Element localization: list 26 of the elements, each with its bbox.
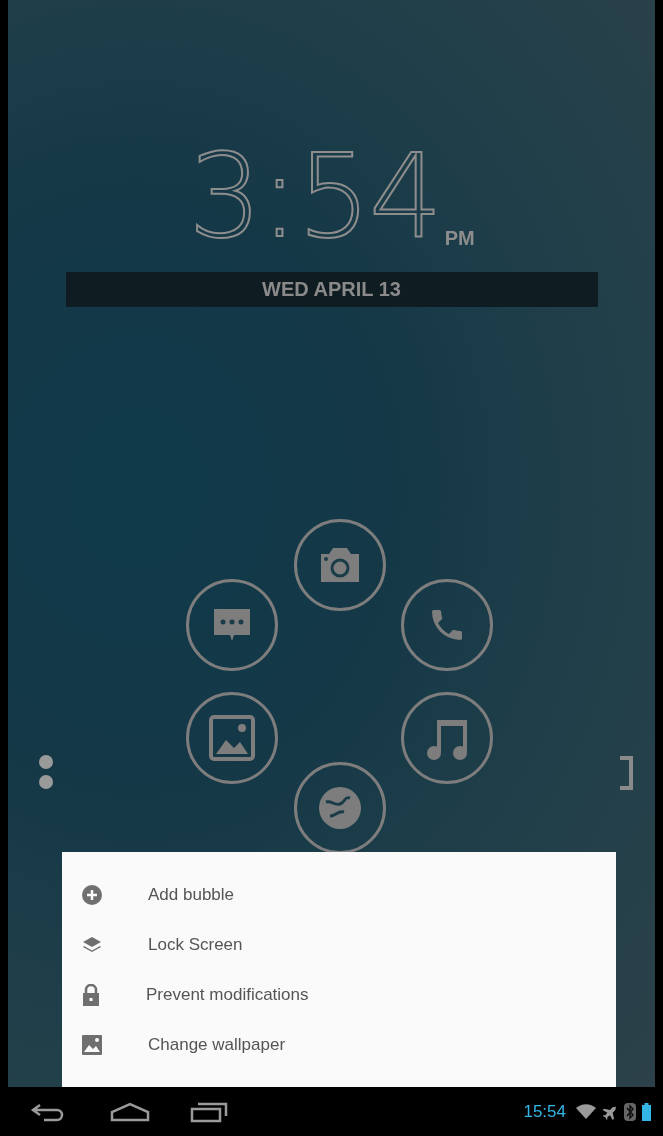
bluetooth-icon: [624, 1102, 636, 1121]
chat-bubble-icon: [212, 607, 252, 643]
menu-item-label: Add bubble: [148, 884, 235, 905]
menu-item[interactable]: Change wallpaper: [62, 1019, 616, 1070]
layers-icon: [82, 935, 102, 954]
status-time: 15:54: [523, 1101, 566, 1122]
wifi-icon: [576, 1104, 596, 1119]
picture-icon: [208, 714, 256, 762]
bracket-icon: [620, 756, 634, 790]
add-circle-icon: [82, 884, 102, 905]
back-icon[interactable]: [30, 1101, 64, 1122]
clock-time: 3:54: [188, 140, 441, 252]
battery-icon: [642, 1102, 651, 1121]
recent-apps-icon[interactable]: [190, 1100, 228, 1123]
image-icon: [82, 1034, 102, 1055]
clock-ampm: PM: [444, 227, 475, 250]
date-label: WED APRIL 13: [65, 272, 598, 307]
menu-item-label: Lock Screen: [148, 934, 243, 955]
menu-item-label: Prevent modifications: [146, 984, 309, 1005]
lock-icon: [82, 983, 100, 1006]
dots-icon: [38, 754, 54, 790]
menu-item[interactable]: Add bubble: [62, 869, 616, 920]
menu-item[interactable]: Lock Screen: [62, 919, 616, 970]
menu-item-label: Change wallpaper: [148, 1034, 286, 1055]
menu-item[interactable]: Prevent modifications: [62, 969, 616, 1020]
home-icon[interactable]: [110, 1101, 150, 1122]
